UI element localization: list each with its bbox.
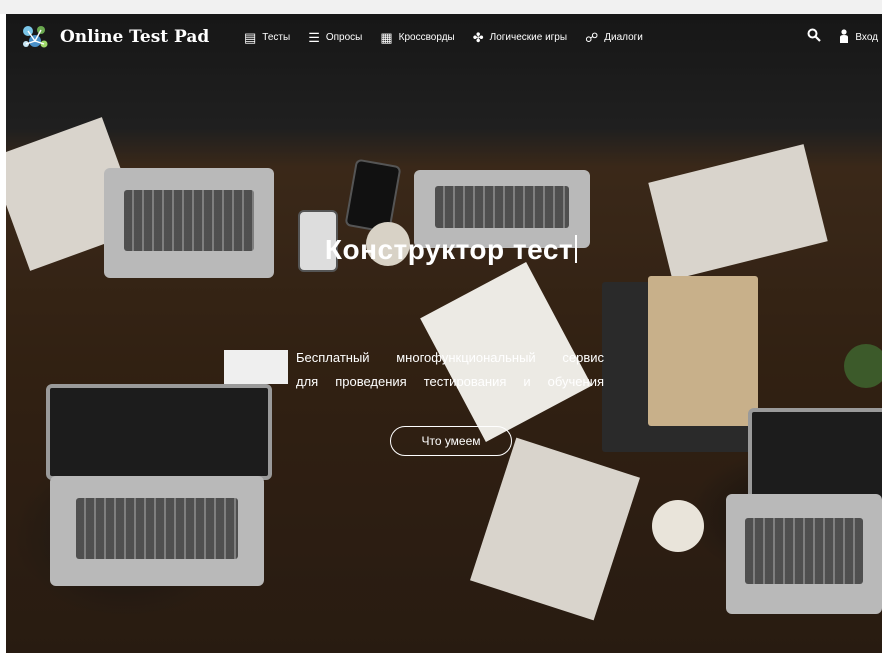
hero-subtitle: Бесплатный многофункциональный сервис дл… (296, 346, 604, 394)
what-we-do-button[interactable]: Что умеем (390, 426, 512, 456)
hero-subtitle-line: Бесплатный многофункциональный сервис (296, 350, 604, 365)
browser-top-strip (0, 0, 882, 14)
hero-content: Конструктор тест Бесплатный многофункцио… (6, 14, 882, 653)
hero-subtitle-line: для проведения тестирования и обучения (296, 374, 604, 389)
hero-headline-text: Конструктор тест (324, 234, 574, 265)
hero-headline: Конструктор тест (6, 234, 882, 266)
typing-cursor (575, 235, 578, 263)
